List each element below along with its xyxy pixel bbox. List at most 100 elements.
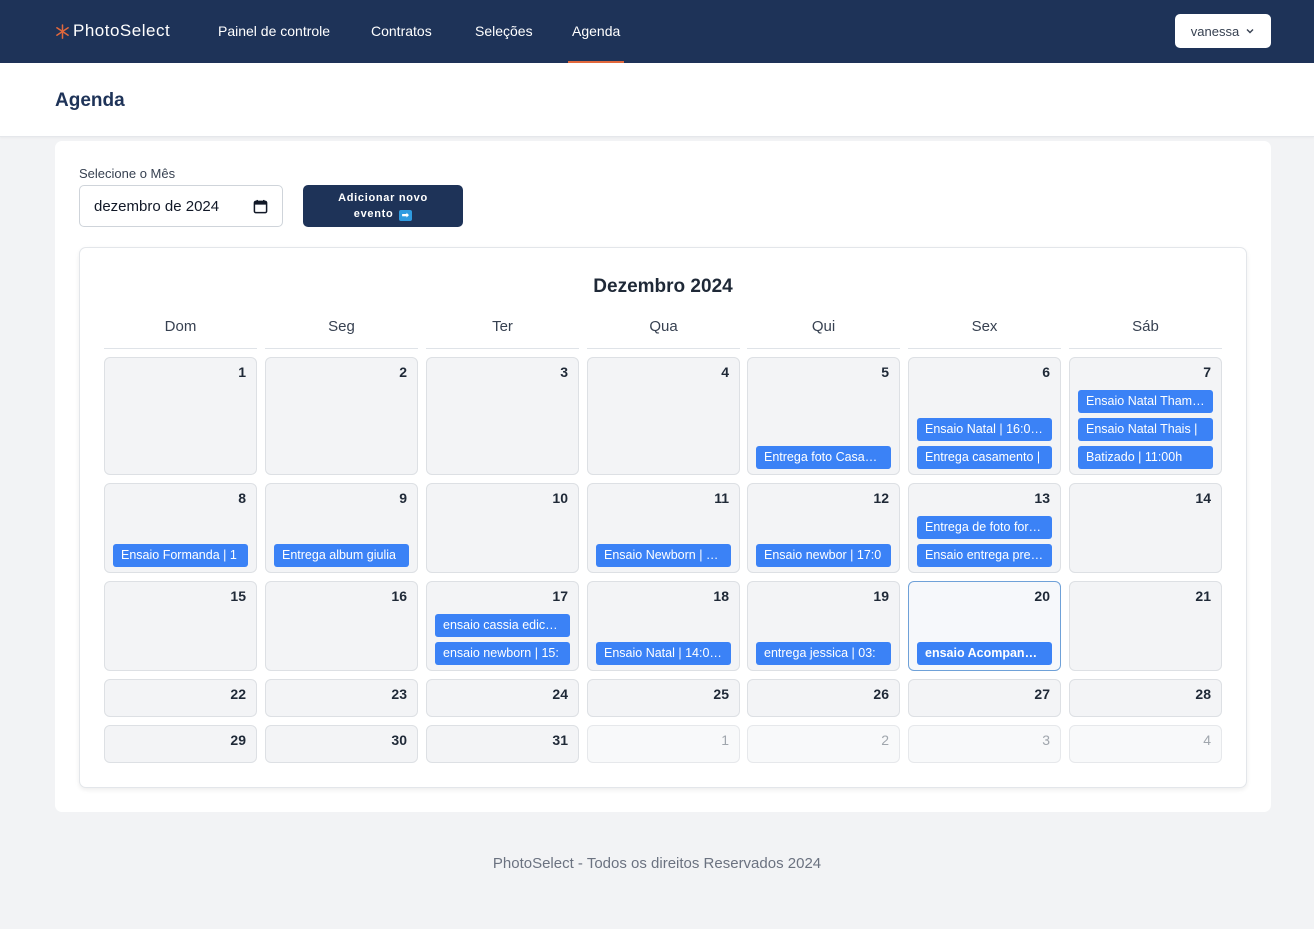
day-number: 10 [552, 490, 568, 506]
calendar-day-outside[interactable]: 4 [1069, 725, 1222, 763]
weekday-header: Qui [747, 318, 900, 349]
calendar-title: Dezembro 2024 [593, 276, 733, 297]
calendar-day-outside[interactable]: 2 [747, 725, 900, 763]
add-event-label-line1: Adicionar novo [338, 192, 428, 204]
day-number: 11 [714, 490, 729, 506]
day-number: 4 [1203, 732, 1211, 748]
day-number: 24 [552, 686, 568, 702]
calendar-day[interactable]: 3 [426, 357, 579, 475]
calendar-event[interactable]: ensaio newborn | 15: [435, 642, 570, 665]
day-number: 3 [560, 364, 568, 380]
calendar-day[interactable]: 2 [265, 357, 418, 475]
calendar-day[interactable]: 6 Ensaio Natal | 16:00h Entrega casamento … [908, 357, 1061, 475]
calendar-day[interactable]: 17 ensaio cassia edicoes ensaio newborn | … [426, 581, 579, 671]
day-number: 19 [873, 588, 889, 604]
spark-logo-icon [56, 23, 69, 39]
calendar-event[interactable]: Batizado | 11:00h [1078, 446, 1213, 469]
month-select-label: Selecione o Mês [79, 166, 176, 181]
day-number: 16 [391, 588, 407, 604]
calendar-event[interactable]: Ensaio Formanda | 1 [113, 544, 248, 567]
weekday-header: Sáb [1069, 318, 1222, 349]
day-number: 2 [399, 364, 407, 380]
day-number: 2 [881, 732, 889, 748]
calendar-day[interactable]: 23 [265, 679, 418, 717]
user-menu-button[interactable]: vanessa [1175, 14, 1271, 48]
day-number: 20 [1034, 588, 1050, 604]
arrow-right-icon: ➡ [399, 210, 413, 221]
calendar-day[interactable]: 9 Entrega album giulia [265, 483, 418, 573]
calendar-day[interactable]: 20 ensaio Acompanhamento [908, 581, 1061, 671]
calendar-event[interactable]: Ensaio entrega prewedding [917, 544, 1052, 567]
calendar-day[interactable]: 24 [426, 679, 579, 717]
nav-agenda[interactable]: Agenda [567, 0, 625, 63]
calendar-day[interactable]: 26 [747, 679, 900, 717]
calendar-event[interactable]: Entrega de foto formatura [917, 516, 1052, 539]
day-number: 31 [552, 732, 568, 748]
nav-selecoes[interactable]: Seleções [475, 0, 533, 63]
calendar-event[interactable]: Ensaio Newborn | 14: [596, 544, 731, 567]
calendar-icon[interactable] [253, 199, 268, 214]
calendar-day[interactable]: 16 [265, 581, 418, 671]
day-number: 18 [713, 588, 729, 604]
calendar-event[interactable]: Ensaio Natal | 14:00h [596, 642, 731, 665]
calendar-day[interactable]: 29 [104, 725, 257, 763]
day-number: 12 [873, 490, 889, 506]
day-number: 27 [1034, 686, 1050, 702]
calendar-event[interactable]: Ensaio Natal Thais | [1078, 418, 1213, 441]
weekday-header: Qua [587, 318, 740, 349]
calendar-day[interactable]: 13 Entrega de foto formatura Ensaio entreg… [908, 483, 1061, 573]
day-number: 1 [721, 732, 729, 748]
calendar-event[interactable]: ensaio cassia edicoes [435, 614, 570, 637]
calendar-day[interactable]: 19 entrega jessica | 03: [747, 581, 900, 671]
calendar-day[interactable]: 7 Ensaio Natal Thamires Ensaio Natal Thais… [1069, 357, 1222, 475]
month-picker-input[interactable]: dezembro de 2024 [79, 185, 283, 227]
calendar-day[interactable]: 30 [265, 725, 418, 763]
calendar-day[interactable]: 5 Entrega foto Casamento [747, 357, 900, 475]
page-header: Agenda [0, 63, 1314, 137]
calendar-event[interactable]: Entrega album giulia [274, 544, 409, 567]
calendar-day-outside[interactable]: 3 [908, 725, 1061, 763]
day-number: 30 [391, 732, 407, 748]
day-number: 13 [1034, 490, 1050, 506]
day-number: 14 [1195, 490, 1211, 506]
calendar-day[interactable]: 27 [908, 679, 1061, 717]
calendar-day[interactable]: 21 [1069, 581, 1222, 671]
calendar-day[interactable]: 11 Ensaio Newborn | 14: [587, 483, 740, 573]
calendar-day[interactable]: 25 [587, 679, 740, 717]
day-number: 15 [230, 588, 246, 604]
day-number: 28 [1195, 686, 1211, 702]
calendar-day[interactable]: 8 Ensaio Formanda | 1 [104, 483, 257, 573]
day-number: 1 [238, 364, 246, 380]
calendar-day[interactable]: 14 [1069, 483, 1222, 573]
calendar-event[interactable]: entrega jessica | 03: [756, 642, 891, 665]
calendar-event[interactable]: Entrega foto Casamento [756, 446, 891, 469]
nav-painel-de-controle[interactable]: Painel de controle [218, 0, 330, 63]
day-number: 6 [1042, 364, 1050, 380]
brand-logo[interactable]: PhotoSelect [55, 20, 170, 42]
add-event-button[interactable]: Adicionar novo evento ➡ [303, 185, 463, 227]
calendar-day[interactable]: 4 [587, 357, 740, 475]
calendar-event[interactable]: ensaio Acompanhamento [917, 642, 1052, 665]
month-picker-value: dezembro de 2024 [94, 197, 220, 215]
calendar-event[interactable]: Ensaio newbor | 17:0 [756, 544, 891, 567]
calendar-day[interactable]: 28 [1069, 679, 1222, 717]
calendar-day[interactable]: 15 [104, 581, 257, 671]
brand-name: PhotoSelect [73, 21, 171, 40]
calendar-day[interactable]: 31 [426, 725, 579, 763]
nav-contratos[interactable]: Contratos [371, 0, 432, 63]
day-number: 9 [399, 490, 407, 506]
calendar-day[interactable]: 10 [426, 483, 579, 573]
user-name: vanessa [1190, 23, 1240, 39]
calendar-day[interactable]: 22 [104, 679, 257, 717]
calendar-day[interactable]: 1 [104, 357, 257, 475]
calendar-event[interactable]: Entrega casamento | [917, 446, 1052, 469]
calendar-event[interactable]: Ensaio Natal | 16:00h [917, 418, 1052, 441]
weekday-header: Sex [908, 318, 1061, 349]
calendar-event[interactable]: Ensaio Natal Thamires [1078, 390, 1213, 413]
weekday-header: Ter [426, 318, 579, 349]
calendar-day-outside[interactable]: 1 [587, 725, 740, 763]
day-number: 8 [238, 490, 246, 506]
calendar-day[interactable]: 18 Ensaio Natal | 14:00h [587, 581, 740, 671]
calendar-day[interactable]: 12 Ensaio newbor | 17:0 [747, 483, 900, 573]
top-navbar: PhotoSelect Painel de controle Contratos… [0, 0, 1314, 63]
